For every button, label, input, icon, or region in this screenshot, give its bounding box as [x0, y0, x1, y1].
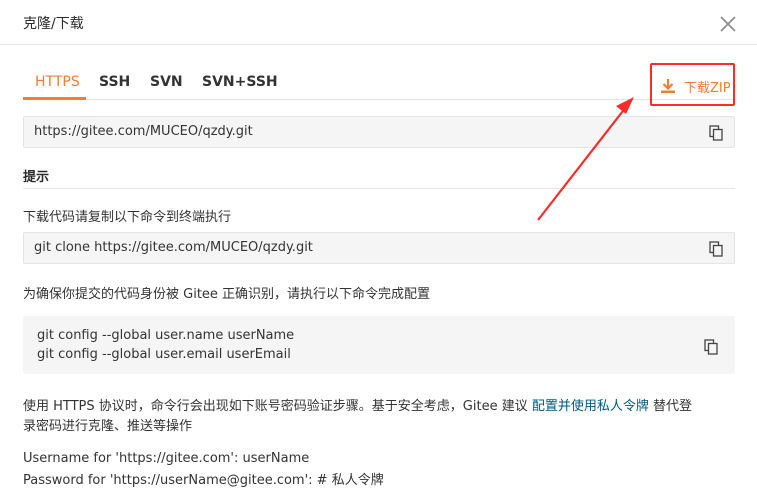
tab-svn-ssh[interactable]: SVN+SSH	[202, 74, 278, 90]
clone-command-field[interactable]: git clone https://gitee.com/MUCEO/qzdy.g…	[23, 232, 735, 264]
copy-icon[interactable]	[709, 241, 723, 257]
https-note: 使用 HTTPS 协议时，命令行会出现如下账号密码验证步骤。基于安全考虑，Git…	[23, 395, 692, 414]
tab-ssh[interactable]: SSH	[99, 74, 130, 90]
protocol-tabs: HTTPS SSH SVN SVN+SSH	[23, 64, 735, 100]
download-zip-label: 下载ZIP	[684, 81, 731, 96]
active-tab-indicator	[23, 97, 86, 100]
dialog-title: 克隆/下载	[23, 16, 84, 32]
close-icon[interactable]	[718, 14, 738, 34]
download-zip-button[interactable]: 下载ZIP	[650, 63, 735, 106]
clone-command-text: git clone https://gitee.com/MUCEO/qzdy.g…	[34, 240, 313, 255]
copy-icon[interactable]	[704, 339, 718, 355]
download-icon	[661, 79, 675, 93]
repo-url-field[interactable]: https://gitee.com/MUCEO/qzdy.git	[23, 116, 735, 148]
tip-divider	[23, 188, 735, 189]
config-command-email: git config --global user.email userEmail	[37, 347, 291, 362]
config-hint: 为确保你提交的代码身份被 Gitee 正确识别，请执行以下命令完成配置	[23, 287, 431, 302]
tab-https[interactable]: HTTPS	[35, 74, 80, 90]
clone-hint: 下载代码请复制以下命令到终端执行	[23, 210, 232, 225]
personal-token-link[interactable]: 配置并使用私人令牌	[532, 399, 649, 414]
dialog-header: 克隆/下载	[0, 0, 757, 45]
tab-svn[interactable]: SVN	[150, 74, 183, 90]
copy-icon[interactable]	[709, 125, 723, 141]
https-note-line2: 录密码进行克隆、推送等操作	[23, 419, 193, 434]
repo-url-text: https://gitee.com/MUCEO/qzdy.git	[34, 124, 253, 139]
https-note-suffix: 替代登	[653, 399, 693, 414]
config-command-name: git config --global user.name userName	[37, 328, 295, 343]
password-example: Password for 'https://userName@gitee.com…	[23, 473, 384, 488]
https-note-prefix: 使用 HTTPS 协议时，命令行会出现如下账号密码验证步骤。基于安全考虑，Git…	[23, 399, 528, 414]
config-command-block[interactable]: git config --global user.name userName g…	[23, 316, 735, 374]
tip-title: 提示	[23, 170, 50, 185]
username-example: Username for 'https://gitee.com': userNa…	[23, 451, 310, 466]
